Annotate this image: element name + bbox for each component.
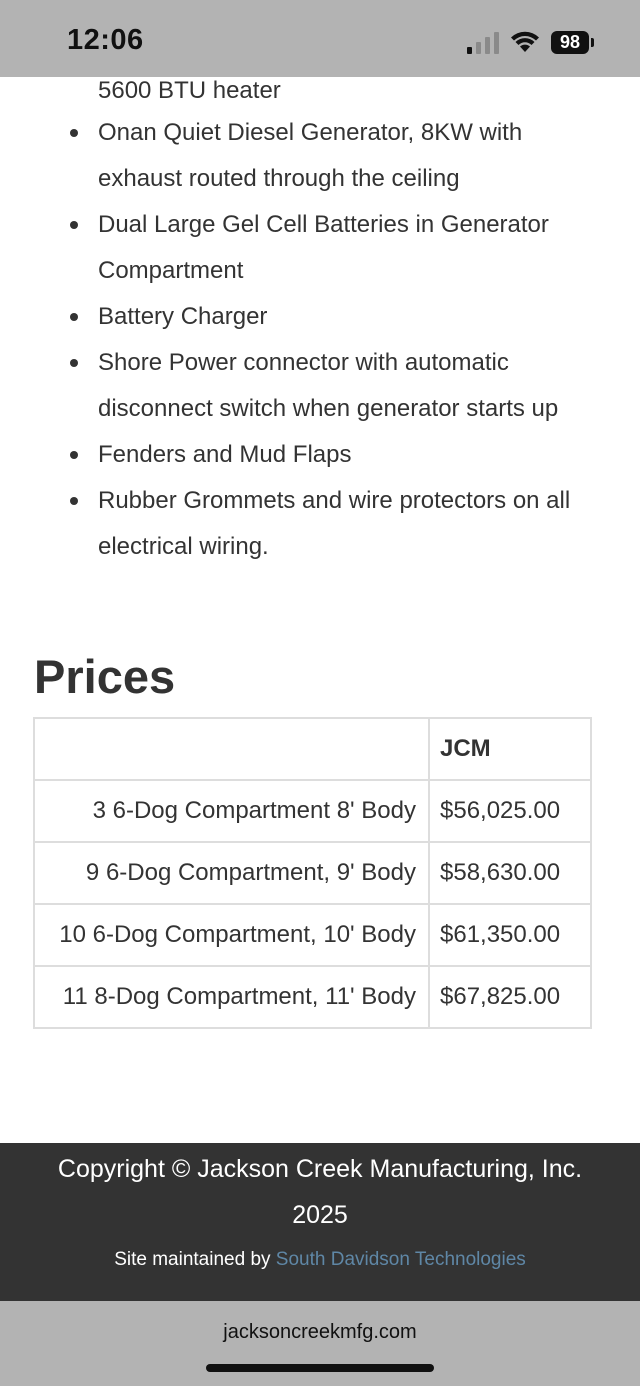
list-item: Rubber Grommets and wire protectors on a… (0, 478, 640, 570)
browser-address-bar[interactable]: jacksoncreekmfg.com (0, 1301, 640, 1386)
bullet-icon (70, 359, 78, 367)
table-cell-model: 9 6-Dog Compartment, 9' Body (33, 841, 430, 905)
bullet-icon (70, 129, 78, 137)
table-cell-model: 10 6-Dog Compartment, 10' Body (33, 903, 430, 967)
url-text[interactable]: jacksoncreekmfg.com (0, 1321, 640, 1344)
battery-level: 98 (551, 31, 589, 54)
maintained-prefix: Site maintained by (114, 1249, 276, 1270)
feature-list: Onan Quiet Diesel Generator, 8KW with ex… (0, 110, 640, 570)
maintainer-link[interactable]: South Davidson Technologies (276, 1249, 526, 1270)
bullet-icon (70, 451, 78, 459)
table-cell-price: $67,825.00 (428, 965, 592, 1029)
list-item: Onan Quiet Diesel Generator, 8KW with ex… (0, 110, 640, 202)
battery-icon: 98 (551, 31, 595, 54)
list-item-text: Battery Charger (98, 303, 268, 330)
table-header-model (33, 717, 430, 781)
home-indicator[interactable] (206, 1364, 434, 1372)
table-cell-model: 11 8-Dog Compartment, 11' Body (33, 965, 430, 1029)
battery-tip (591, 38, 594, 47)
list-item-text: Rubber Grommets and wire protectors on a… (98, 487, 571, 560)
table-cell-model: 3 6-Dog Compartment 8' Body (33, 779, 430, 843)
list-item-text: Shore Power connector with automatic dis… (98, 349, 559, 422)
table-row: 9 6-Dog Compartment, 9' Body $58,630.00 (33, 841, 592, 905)
bullet-icon (70, 313, 78, 321)
table-cell-price: $61,350.00 (428, 903, 592, 967)
table-row: 3 6-Dog Compartment 8' Body $56,025.00 (33, 779, 592, 843)
table-header-price: JCM (428, 717, 592, 781)
table-row: 10 6-Dog Compartment, 10' Body $61,350.0… (33, 903, 592, 967)
list-item: Battery Charger (0, 294, 640, 340)
wifi-icon (511, 31, 539, 52)
signal-icon (467, 32, 499, 54)
feature-previous-line: 5600 BTU heater (98, 77, 281, 104)
list-item-text: Fenders and Mud Flaps (98, 441, 352, 468)
list-item: Dual Large Gel Cell Batteries in Generat… (0, 202, 640, 294)
list-item-text: Onan Quiet Diesel Generator, 8KW with ex… (98, 119, 523, 192)
list-item: Shore Power connector with automatic dis… (0, 340, 640, 432)
status-bar: 12:06 98 (0, 0, 640, 77)
bullet-icon (70, 497, 78, 505)
prices-heading: Prices (34, 650, 176, 703)
list-item-text: Dual Large Gel Cell Batteries in Generat… (98, 211, 549, 284)
table-cell-price: $56,025.00 (428, 779, 592, 843)
status-time: 12:06 (67, 24, 144, 56)
table-cell-price: $58,630.00 (428, 841, 592, 905)
site-footer: Copyright © Jackson Creek Manufacturing,… (0, 1143, 640, 1301)
table-header-row: JCM (33, 717, 592, 781)
list-item: Fenders and Mud Flaps (0, 432, 640, 478)
price-table[interactable]: JCM 3 6-Dog Compartment 8' Body $56,025.… (33, 717, 592, 1029)
copyright-text: Copyright © Jackson Creek Manufacturing,… (57, 1155, 583, 1229)
bullet-icon (70, 221, 78, 229)
table-row: 11 8-Dog Compartment, 11' Body $67,825.0… (33, 965, 592, 1029)
maintained-by: Site maintained by South Davidson Techno… (0, 1249, 640, 1271)
